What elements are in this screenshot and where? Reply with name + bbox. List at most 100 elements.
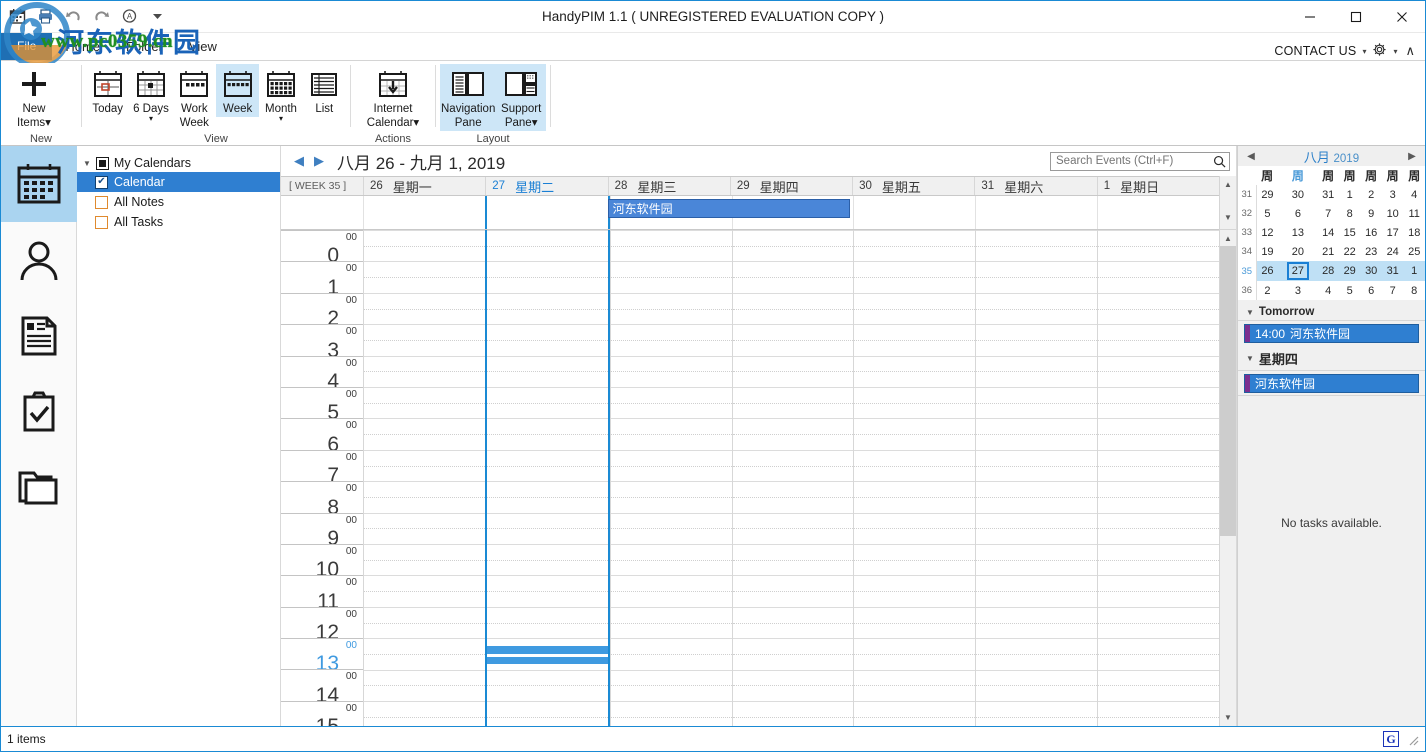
mini-day[interactable]: 12 — [1256, 223, 1278, 242]
mini-day[interactable]: 30 — [1360, 261, 1382, 281]
mini-day[interactable]: 24 — [1382, 242, 1404, 261]
all-day-cell-1[interactable] — [1097, 196, 1219, 229]
next-week-button[interactable]: ▶ — [309, 150, 329, 172]
calendar-checkbox[interactable] — [95, 175, 108, 189]
mini-day[interactable]: 11 — [1403, 204, 1425, 223]
day-header-27[interactable]: 27 星期二 — [485, 177, 607, 195]
my-calendars-header[interactable]: ▼ My Calendars — [77, 154, 280, 172]
mini-day[interactable]: 29 — [1338, 261, 1361, 281]
qat-about-icon[interactable]: A — [117, 5, 141, 29]
mini-day[interactable]: 21 — [1317, 242, 1339, 261]
scroll-down-button[interactable]: ▼ — [1220, 709, 1236, 726]
month-button[interactable]: Month ▾ — [259, 64, 302, 125]
day-column-29[interactable] — [731, 230, 854, 726]
day-column-27[interactable] — [484, 230, 610, 726]
google-icon[interactable]: G — [1383, 731, 1399, 747]
all-day-event[interactable]: 河东软件园 — [607, 199, 851, 218]
agenda-expand-triangle-icon[interactable]: ▼ — [1246, 308, 1254, 317]
week-number[interactable]: 31 — [1238, 185, 1257, 204]
mini-day[interactable]: 2 — [1256, 281, 1278, 300]
day-column-31[interactable] — [975, 230, 1098, 726]
search-icon[interactable] — [1212, 155, 1226, 168]
qat-calendar-icon[interactable] — [5, 5, 29, 29]
collapse-ribbon-button[interactable]: ∧ — [1403, 43, 1417, 59]
agenda-expand-triangle-icon-2[interactable]: ▼ — [1246, 354, 1254, 363]
six-days-button[interactable]: 6 Days ▾ — [129, 64, 172, 125]
my-calendars-checkbox[interactable] — [95, 156, 109, 170]
mini-day[interactable]: 1 — [1403, 261, 1425, 281]
minimize-button[interactable] — [1287, 1, 1333, 32]
gear-chevron-down-icon[interactable]: ▾ — [1393, 47, 1397, 56]
day-header-28[interactable]: 28 星期三 — [607, 177, 730, 195]
all-day-cell-30[interactable] — [853, 196, 975, 229]
mini-day[interactable]: 6 — [1278, 204, 1317, 223]
mini-day[interactable]: 26 — [1256, 261, 1279, 281]
qat-print-icon[interactable] — [33, 5, 57, 29]
mini-day[interactable]: 17 — [1382, 223, 1404, 242]
day-column-30[interactable] — [853, 230, 976, 726]
week-number[interactable]: 33 — [1238, 223, 1257, 242]
expand-triangle-icon[interactable]: ▼ — [83, 159, 91, 168]
tab-home[interactable]: Home — [52, 34, 114, 60]
tab-folder[interactable]: Folder — [113, 34, 176, 60]
six-days-chevron-down-icon[interactable]: ▾ — [149, 115, 153, 123]
mini-day[interactable]: 5 — [1339, 281, 1361, 300]
week-number[interactable]: 36 — [1238, 281, 1257, 300]
day-header-31[interactable]: 31 星期六 — [974, 177, 1096, 195]
qat-undo-icon[interactable] — [61, 5, 85, 29]
agenda-group-thursday[interactable]: ▼ 星期四 — [1238, 345, 1425, 371]
tab-view[interactable]: View — [176, 34, 230, 60]
day-column-1[interactable] — [1097, 230, 1219, 726]
work-week-button[interactable]: Work Week — [173, 64, 216, 131]
search-input[interactable] — [1056, 155, 1212, 167]
mini-day[interactable]: 19 — [1256, 242, 1278, 261]
agenda-group-tomorrow[interactable]: ▼ Tomorrow — [1238, 302, 1425, 321]
rail-item-folders[interactable] — [1, 450, 77, 526]
mini-day[interactable]: 7 — [1382, 281, 1404, 300]
mini-day[interactable]: 6 — [1360, 281, 1382, 300]
mini-day[interactable]: 28 — [1317, 261, 1339, 281]
scroll-track[interactable] — [1220, 536, 1236, 709]
mini-day[interactable]: 14 — [1317, 223, 1339, 242]
mini-next-month-button[interactable]: ▶ — [1405, 151, 1419, 162]
day-header-26[interactable]: 26 星期一 — [363, 177, 485, 195]
rail-item-contacts[interactable] — [1, 222, 77, 298]
close-button[interactable] — [1379, 1, 1425, 32]
mini-day[interactable]: 10 — [1382, 204, 1404, 223]
nav-item-calendar[interactable]: Calendar — [77, 172, 280, 192]
rail-item-tasks[interactable] — [1, 374, 77, 450]
mini-day[interactable]: 1 — [1339, 185, 1361, 204]
gear-icon[interactable] — [1372, 42, 1387, 60]
mini-day[interactable]: 16 — [1360, 223, 1382, 242]
list-button[interactable]: List — [303, 64, 346, 117]
week-number[interactable]: 34 — [1238, 242, 1257, 261]
support-pane-button[interactable]: Support Pane▾ — [496, 64, 546, 131]
mini-day[interactable]: 5 — [1256, 204, 1278, 223]
nav-item-all-tasks[interactable]: All Tasks — [77, 212, 280, 232]
mini-day[interactable]: 4 — [1403, 185, 1425, 204]
mini-day[interactable]: 4 — [1317, 281, 1339, 300]
internet-calendar-button[interactable]: Internet Calendar▾ — [362, 64, 424, 131]
all-day-cell-27[interactable] — [484, 196, 610, 229]
mini-day[interactable]: 8 — [1339, 204, 1361, 223]
contact-us-link[interactable]: CONTACT US — [1274, 44, 1356, 58]
rail-item-notes[interactable] — [1, 298, 77, 374]
agenda-item[interactable]: 河东软件园 — [1244, 374, 1419, 393]
week-number[interactable]: 32 — [1238, 204, 1257, 223]
mini-day[interactable]: 8 — [1403, 281, 1425, 300]
rail-item-calendar[interactable] — [0, 146, 77, 222]
mini-day[interactable]: 3 — [1278, 281, 1317, 300]
mini-day[interactable]: 29 — [1256, 185, 1278, 204]
maximize-button[interactable] — [1333, 1, 1379, 32]
allday-scroll-down-button[interactable]: ▼ — [1220, 209, 1236, 226]
nav-item-all-notes[interactable]: All Notes — [77, 192, 280, 212]
day-header-29[interactable]: 29 星期四 — [729, 177, 852, 195]
all-notes-checkbox[interactable] — [95, 195, 108, 209]
new-items-button[interactable]: New Items▾ — [5, 64, 63, 131]
all-day-cell-26[interactable] — [363, 196, 485, 229]
today-button[interactable]: Today — [86, 64, 129, 117]
scroll-thumb[interactable] — [1220, 246, 1236, 536]
agenda-item[interactable]: 14:00 河东软件园 — [1244, 324, 1419, 343]
mini-day[interactable]: 18 — [1403, 223, 1425, 242]
mini-prev-month-button[interactable]: ◀ — [1244, 151, 1258, 162]
